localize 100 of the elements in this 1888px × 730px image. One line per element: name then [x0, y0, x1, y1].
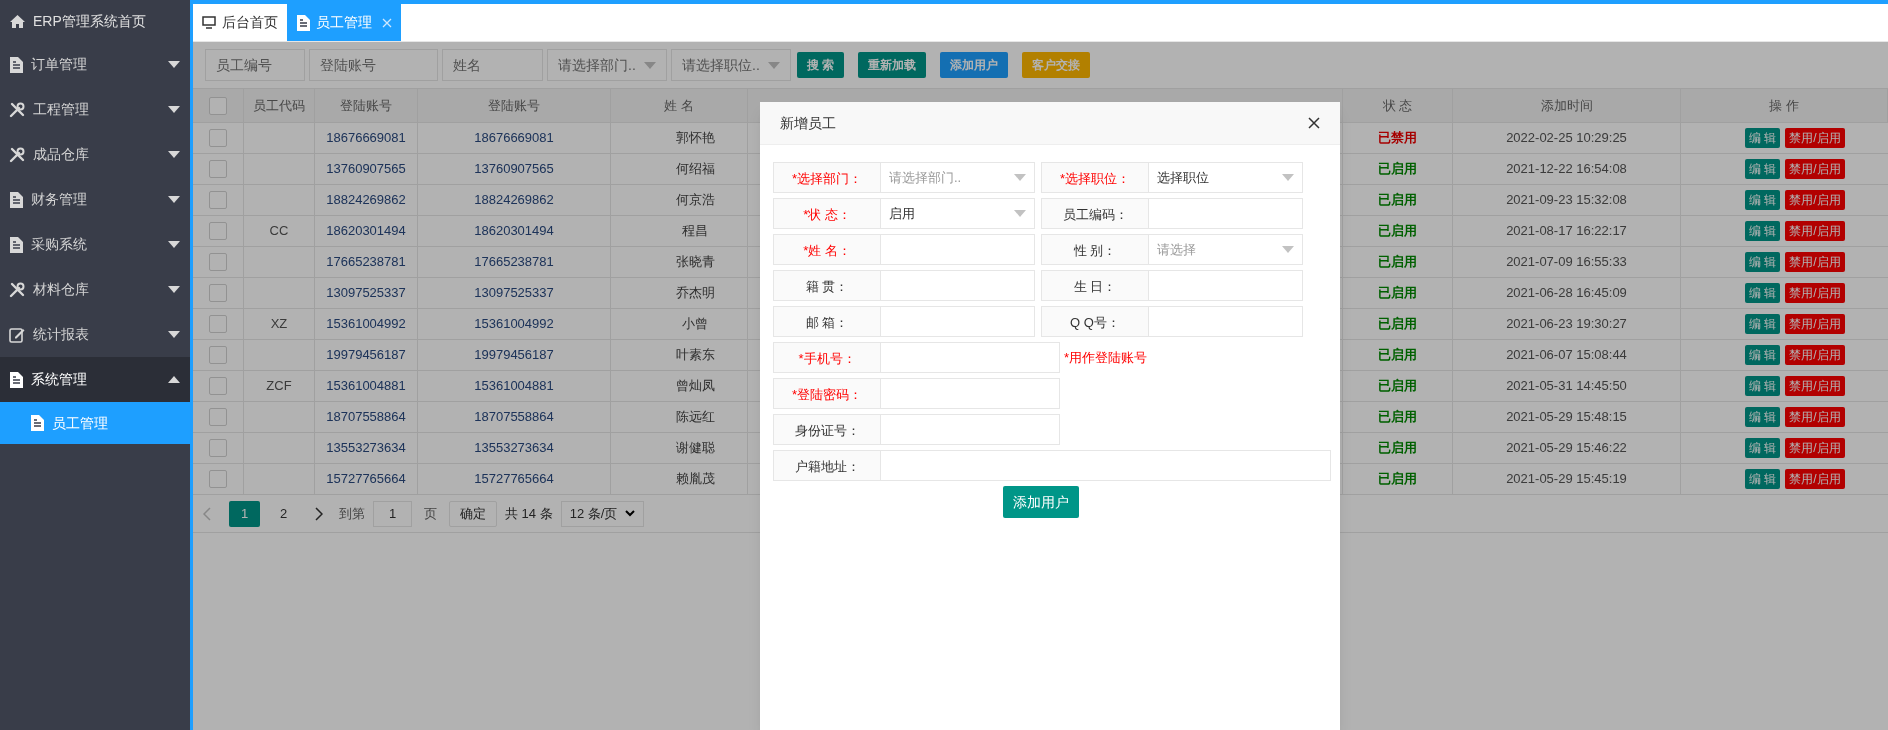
confirm-button[interactable]: 确定 — [449, 500, 497, 527]
edit-button[interactable]: 编 辑 — [1745, 283, 1781, 303]
field-label: *登陆密码： — [773, 378, 881, 409]
edit-button[interactable]: 编 辑 — [1745, 159, 1781, 179]
select-field[interactable]: 选择职位 — [1149, 162, 1303, 193]
add-user-button[interactable]: 添加用户 — [1003, 486, 1079, 518]
sidebar-item[interactable]: 工程管理 — [0, 87, 190, 132]
edit-button[interactable]: 编 辑 — [1745, 345, 1781, 365]
toggle-button[interactable]: 禁用/启用 — [1785, 159, 1845, 179]
sidebar-subitem[interactable]: 员工管理 — [0, 402, 190, 444]
table-cell-text: 曾灿凤 — [675, 377, 715, 396]
toggle-button[interactable]: 禁用/启用 — [1785, 128, 1845, 148]
filter-field[interactable]: 登陆账号 — [309, 49, 438, 81]
edit-button[interactable]: 编 辑 — [1745, 469, 1781, 489]
input-field[interactable] — [1149, 306, 1303, 337]
page-button[interactable]: 2 — [268, 500, 299, 527]
toolbar-button[interactable]: 重新加载 — [858, 52, 927, 78]
checkbox[interactable] — [209, 284, 227, 302]
status-text: 已启用 — [1378, 253, 1417, 272]
input-field[interactable] — [881, 234, 1035, 265]
toggle-button[interactable]: 禁用/启用 — [1785, 345, 1845, 365]
sidebar-item[interactable]: 采购系统 — [0, 222, 190, 267]
page-size-select[interactable]: 12 条/页 — [560, 500, 645, 527]
input-field[interactable] — [881, 414, 1060, 445]
checkbox[interactable] — [209, 315, 227, 333]
input-field[interactable] — [881, 450, 1331, 481]
caret-icon — [768, 61, 780, 69]
edit-button[interactable]: 编 辑 — [1745, 190, 1781, 210]
toolbar-button[interactable]: 搜 索 — [797, 52, 845, 78]
toggle-button[interactable]: 禁用/启用 — [1785, 252, 1845, 272]
edit-button[interactable]: 编 辑 — [1745, 221, 1781, 241]
sidebar-item[interactable]: 系统管理 — [0, 357, 190, 402]
field-label: 身份证号： — [773, 414, 881, 445]
tab[interactable]: 员工管理 — [287, 4, 401, 41]
edit-button[interactable]: 编 辑 — [1745, 314, 1781, 334]
checkbox[interactable] — [209, 222, 227, 240]
sidebar-item[interactable]: 财务管理 — [0, 177, 190, 222]
checkbox[interactable] — [209, 346, 227, 364]
toggle-button[interactable]: 禁用/启用 — [1785, 469, 1845, 489]
toggle-button[interactable]: 禁用/启用 — [1785, 221, 1845, 241]
column-header: 操 作 — [1769, 96, 1799, 115]
status-text: 已启用 — [1378, 284, 1417, 303]
input-field[interactable] — [881, 378, 1060, 409]
sidebar-item[interactable]: 统计报表 — [0, 312, 190, 357]
status-text: 已启用 — [1378, 377, 1417, 396]
checkbox[interactable] — [209, 377, 227, 395]
table-cell-text: 2021-05-31 14:45:50 — [1506, 377, 1627, 396]
close-icon[interactable] — [1308, 117, 1320, 129]
input-field[interactable] — [881, 306, 1035, 337]
edit-button[interactable]: 编 辑 — [1745, 252, 1781, 272]
caret-icon — [168, 376, 180, 383]
input-field[interactable] — [881, 270, 1035, 301]
checkbox[interactable] — [209, 160, 227, 178]
checkbox[interactable] — [209, 253, 227, 271]
page-button[interactable]: 1 — [229, 500, 260, 527]
select-field[interactable]: 启用 — [881, 198, 1035, 229]
checkbox[interactable] — [209, 408, 227, 426]
sidebar-item[interactable]: 订单管理 — [0, 42, 190, 87]
checkbox[interactable] — [209, 470, 227, 488]
toggle-button[interactable]: 禁用/启用 — [1785, 190, 1845, 210]
table-cell-text: 15361004992 — [326, 315, 406, 334]
toggle-button[interactable]: 禁用/启用 — [1785, 438, 1845, 458]
edit-button[interactable]: 编 辑 — [1745, 407, 1781, 427]
status-text: 已启用 — [1378, 191, 1417, 210]
caret-icon — [168, 106, 180, 113]
toggle-button[interactable]: 禁用/启用 — [1785, 314, 1845, 334]
checkbox[interactable] — [209, 439, 227, 457]
table-cell-text: 13760907565 — [326, 160, 406, 179]
filter-select[interactable]: 请选择部门.. — [547, 49, 667, 81]
document-icon — [9, 371, 23, 388]
input-field[interactable] — [1149, 198, 1303, 229]
checkbox[interactable] — [209, 129, 227, 147]
table-cell-text: 程昌 — [682, 222, 708, 241]
select-field[interactable]: 请选择 — [1149, 234, 1303, 265]
edit-button[interactable]: 编 辑 — [1745, 376, 1781, 396]
filter-field[interactable]: 员工编号 — [205, 49, 305, 81]
sidebar-item[interactable]: 材料仓库 — [0, 267, 190, 312]
sidebar-item[interactable]: 成品仓库 — [0, 132, 190, 177]
table-cell-text: 2021-07-09 16:55:33 — [1506, 253, 1627, 272]
filter-field[interactable]: 姓名 — [442, 49, 543, 81]
toggle-button[interactable]: 禁用/启用 — [1785, 376, 1845, 396]
sidebar-title[interactable]: ERP管理系统首页 — [33, 10, 146, 32]
chevron-left-icon — [203, 506, 211, 521]
input-field[interactable] — [881, 342, 1060, 373]
edit-button[interactable]: 编 辑 — [1745, 438, 1781, 458]
select-field[interactable]: 请选择部门.. — [881, 162, 1035, 193]
filter-select[interactable]: 请选择职位.. — [671, 49, 791, 81]
document-icon — [296, 14, 310, 31]
table-cell-text: 19979456187 — [474, 346, 554, 365]
field-label: *选择部门： — [773, 162, 881, 193]
checkbox[interactable] — [209, 191, 227, 209]
edit-button[interactable]: 编 辑 — [1745, 128, 1781, 148]
table-cell-text: 19979456187 — [326, 346, 406, 365]
toolbar-button[interactable]: 添加用户 — [940, 52, 1009, 78]
toggle-button[interactable]: 禁用/启用 — [1785, 407, 1845, 427]
field-label: 户籍地址： — [773, 450, 881, 481]
input-field[interactable] — [1149, 270, 1303, 301]
toggle-button[interactable]: 禁用/启用 — [1785, 283, 1845, 303]
checkbox[interactable] — [209, 96, 227, 115]
page-input[interactable]: 1 — [373, 500, 412, 527]
